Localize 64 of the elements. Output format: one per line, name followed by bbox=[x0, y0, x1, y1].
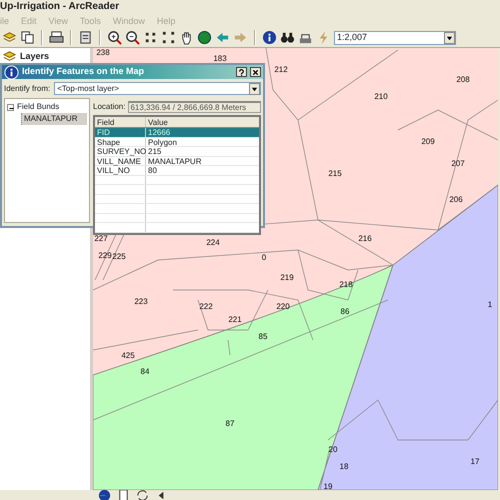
parcel-label: 84 bbox=[140, 367, 150, 376]
parcel-label: 1 bbox=[488, 300, 492, 309]
parcel-label: 212 bbox=[274, 65, 288, 74]
refresh-icon[interactable] bbox=[135, 488, 150, 500]
parcel-label: 19 bbox=[324, 482, 332, 490]
zoom-out-icon[interactable] bbox=[125, 30, 140, 45]
parcel-label: 219 bbox=[280, 273, 294, 282]
parcel-label: 227 bbox=[94, 234, 108, 243]
table-row[interactable]: FID 12666 bbox=[95, 128, 259, 138]
table-row[interactable]: SURVEY_NO 215 bbox=[95, 147, 259, 156]
parcel-label: 222 bbox=[199, 302, 213, 311]
help-button[interactable] bbox=[236, 67, 247, 77]
tree-item[interactable]: MANALTAPUR bbox=[21, 113, 87, 125]
parcel-label: 208 bbox=[456, 75, 470, 84]
parcel-label: 218 bbox=[339, 280, 353, 289]
table-row[interactable]: Shape Polygon bbox=[95, 138, 259, 147]
binoculars-icon[interactable] bbox=[280, 30, 295, 45]
dialog-title: Identify Features on the Map bbox=[22, 65, 146, 78]
parcel-label: 223 bbox=[134, 297, 148, 306]
parcel-label: 425 bbox=[121, 351, 135, 360]
parcel-label: 0 bbox=[262, 253, 266, 262]
parcel-label: 206 bbox=[449, 195, 463, 204]
globe-icon[interactable] bbox=[197, 30, 212, 45]
print-icon[interactable] bbox=[49, 30, 64, 45]
identify-from-label: Identify from: bbox=[4, 82, 50, 94]
parcel-label: 207 bbox=[451, 159, 465, 168]
parcel-label: 210 bbox=[374, 92, 388, 101]
parcel-label: 17 bbox=[470, 457, 480, 466]
parcel-label: 85 bbox=[258, 332, 268, 341]
identify-from-dropdown[interactable]: <Top-most layer> bbox=[54, 82, 261, 95]
parcel-label: 87 bbox=[226, 419, 234, 428]
parcel-label: 86 bbox=[340, 307, 350, 316]
parcel-label: 225 bbox=[112, 252, 126, 261]
scale-dropdown[interactable]: 1:2,007 bbox=[334, 30, 456, 44]
collapse-toggle-icon[interactable] bbox=[7, 104, 14, 110]
copy-icon[interactable] bbox=[20, 30, 35, 45]
parcel-label: 224 bbox=[206, 238, 220, 247]
parcel-label: 209 bbox=[421, 137, 435, 146]
location-field: 613,336.94 / 2,866,669.8 Meters bbox=[128, 101, 261, 113]
close-button[interactable] bbox=[250, 67, 261, 77]
parcel-label: 18 bbox=[340, 462, 348, 471]
parcel-label: 216 bbox=[358, 234, 372, 243]
parcel-label: 238 bbox=[96, 48, 110, 57]
info-icon[interactable] bbox=[262, 30, 277, 45]
table-row[interactable]: VILL_NAME MANALTAPUR bbox=[95, 156, 259, 166]
tree-item[interactable]: Field Bunds bbox=[17, 101, 60, 113]
globe-icon[interactable] bbox=[97, 488, 112, 500]
parcel-label: 183 bbox=[213, 54, 227, 63]
parcel-label: 221 bbox=[228, 315, 242, 324]
parcel-label: 220 bbox=[276, 302, 290, 311]
parcel-label: 215 bbox=[328, 169, 342, 178]
column-header[interactable]: Value bbox=[146, 117, 259, 127]
zoom-in-icon[interactable] bbox=[107, 30, 122, 45]
zoom-in-fixed-icon[interactable] bbox=[143, 30, 158, 45]
table-row[interactable]: VILL_NO 80 bbox=[95, 166, 259, 176]
parcel-label: 229 bbox=[98, 251, 112, 260]
page-icon[interactable] bbox=[78, 30, 93, 45]
parcel-boundary bbox=[320, 446, 330, 490]
column-header[interactable]: Field bbox=[95, 117, 146, 127]
location-label: Location: bbox=[93, 101, 126, 113]
toc-title: Layers bbox=[20, 50, 50, 63]
parcel-label: 20 bbox=[328, 445, 338, 454]
zoom-out-fixed-icon[interactable] bbox=[161, 30, 176, 45]
info-icon bbox=[4, 64, 19, 80]
